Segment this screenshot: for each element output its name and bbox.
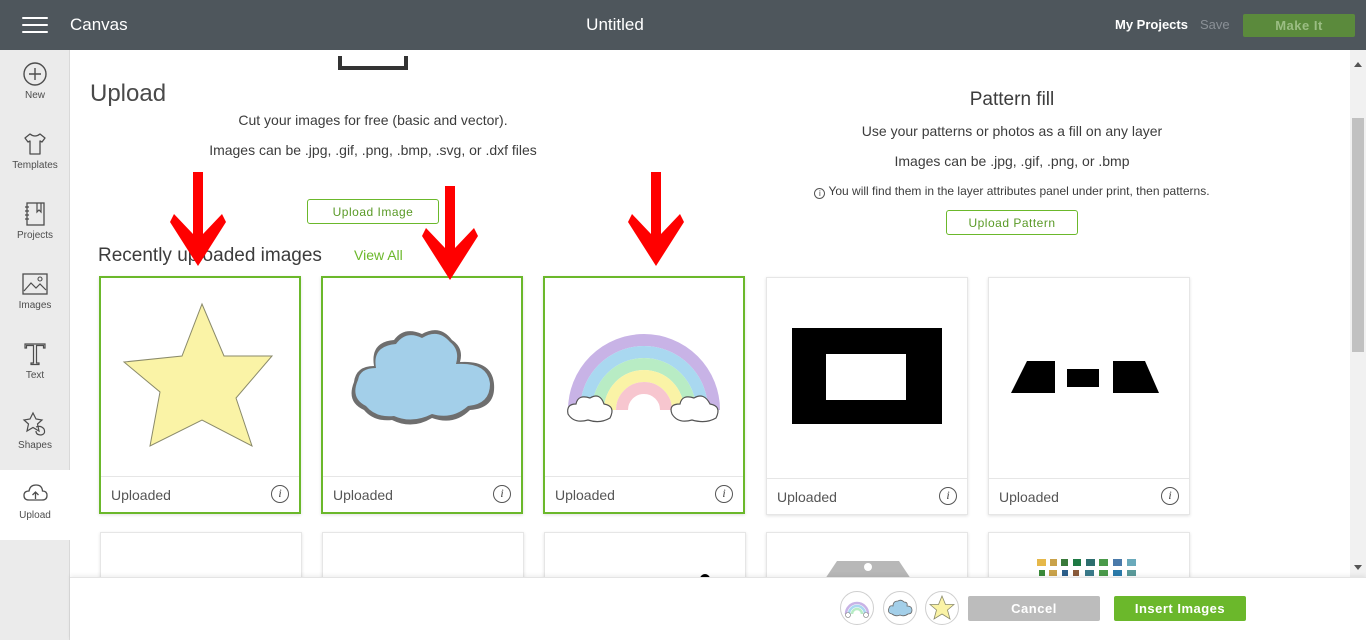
upload-description: Cut your images for free (basic and vect…: [238, 112, 508, 128]
image-card-cloud[interactable]: Uploaded i: [321, 276, 523, 514]
insert-images-button[interactable]: Insert Images: [1114, 596, 1246, 621]
image-icon: [22, 273, 48, 295]
sidebar-item-new[interactable]: New: [0, 50, 70, 120]
image-fragment: [826, 561, 910, 577]
shapes-icon: [22, 411, 46, 436]
image-card-black-frame[interactable]: Uploaded i: [766, 277, 968, 515]
card-footer: Uploaded i: [989, 478, 1189, 514]
star-image: [122, 302, 274, 448]
scroll-down-icon[interactable]: [1354, 565, 1362, 570]
star-image: [929, 595, 955, 620]
rainbow-image: [844, 601, 870, 618]
card-caption: Uploaded: [777, 489, 837, 505]
scrollbar-thumb[interactable]: [1352, 118, 1364, 352]
card-footer: Uploaded i: [101, 476, 299, 512]
sidebar-item-shapes[interactable]: Shapes: [0, 400, 70, 470]
left-sidebar: New Templates Projects Images Text Shape…: [0, 50, 70, 640]
view-all-link[interactable]: View All: [354, 247, 403, 263]
card-caption: Uploaded: [333, 487, 393, 503]
sidebar-item-projects[interactable]: Projects: [0, 190, 70, 260]
text-t-icon: [24, 343, 46, 366]
cloud-image: [351, 330, 495, 425]
info-icon[interactable]: i: [493, 485, 511, 503]
image-card[interactable]: [544, 532, 746, 577]
rainbow-image: [567, 334, 720, 423]
card-footer: Uploaded i: [545, 476, 743, 512]
image-card[interactable]: [766, 532, 968, 577]
image-fragment: [1037, 559, 1136, 576]
pattern-fill-title: Pattern fill: [969, 89, 1055, 110]
card-footer: Uploaded i: [323, 476, 521, 512]
red-arrow-annotation: [170, 172, 226, 266]
card-caption: Uploaded: [555, 487, 615, 503]
card-caption: Uploaded: [999, 489, 1059, 505]
my-projects-link[interactable]: My Projects: [1115, 17, 1188, 32]
cancel-button[interactable]: Cancel: [968, 596, 1100, 621]
vertical-scrollbar[interactable]: [1350, 50, 1366, 577]
info-icon[interactable]: i: [715, 485, 733, 503]
upload-file-types: Images can be .jpg, .gif, .png, .bmp, .s…: [209, 142, 537, 158]
sidebar-item-label: Templates: [12, 160, 58, 171]
upload-title: Upload: [90, 80, 167, 107]
upload-panel: Upload Cut your images for free (basic a…: [70, 50, 1350, 577]
image-card[interactable]: [988, 532, 1190, 577]
upload-pattern-button[interactable]: Upload Pattern: [946, 210, 1078, 235]
partial-image-preview: [338, 56, 408, 70]
notebook-icon: [25, 202, 45, 226]
sidebar-item-text[interactable]: Text: [0, 330, 70, 400]
pattern-description: Use your patterns or photos as a fill on…: [861, 123, 1163, 139]
info-icon[interactable]: i: [1161, 487, 1179, 505]
plus-circle-icon: [23, 62, 47, 86]
sidebar-item-images[interactable]: Images: [0, 260, 70, 330]
image-thumbnail: [767, 278, 967, 478]
sidebar-item-label: Images: [18, 300, 52, 311]
selected-thumb-rainbow[interactable]: [840, 591, 874, 625]
card-caption: Uploaded: [111, 487, 171, 503]
cloud-image: [888, 599, 913, 617]
pattern-file-types: Images can be .jpg, .gif, .png, or .bmp: [894, 153, 1130, 169]
scroll-up-icon[interactable]: [1354, 62, 1362, 67]
upload-image-button[interactable]: Upload Image: [307, 199, 439, 224]
make-it-button[interactable]: Make It: [1243, 14, 1355, 37]
sidebar-item-label: Projects: [16, 230, 54, 241]
image-card-star[interactable]: Uploaded i: [99, 276, 301, 514]
black-frame-image: [792, 328, 942, 424]
tshirt-icon: [24, 133, 46, 155]
cloud-upload-icon: [23, 484, 48, 501]
document-title[interactable]: Untitled: [0, 15, 1230, 35]
selected-thumb-star[interactable]: [925, 591, 959, 625]
sidebar-item-templates[interactable]: Templates: [0, 120, 70, 190]
red-arrow-annotation: [628, 172, 684, 266]
image-thumbnail: [323, 278, 521, 478]
image-card[interactable]: [100, 532, 302, 577]
save-button[interactable]: Save: [1200, 17, 1230, 32]
sidebar-item-label: Text: [25, 370, 45, 381]
card-footer: Uploaded i: [767, 478, 967, 514]
selected-thumb-cloud[interactable]: [883, 591, 917, 625]
pattern-note: i You will find them in the layer attribu…: [770, 184, 1254, 199]
image-card-black-trapezoids[interactable]: Uploaded i: [988, 277, 1190, 515]
sidebar-item-label: Shapes: [18, 440, 52, 451]
black-trapezoids-image: [1011, 361, 1159, 393]
image-card[interactable]: [322, 532, 524, 577]
info-icon[interactable]: i: [271, 485, 289, 503]
sidebar-item-label: Upload: [19, 510, 51, 521]
sidebar-item-upload[interactable]: Upload: [0, 470, 70, 540]
red-arrow-annotation: [422, 186, 478, 280]
bottom-action-bar: Cancel Insert Images: [70, 577, 1366, 640]
info-icon: i: [814, 188, 826, 199]
image-thumbnail: [545, 278, 743, 478]
image-thumbnail: [989, 278, 1189, 478]
pattern-note-text: You will find them in the layer attribut…: [828, 184, 1210, 198]
info-icon[interactable]: i: [939, 487, 957, 505]
sidebar-item-label: New: [24, 90, 45, 101]
top-bar: Canvas Untitled My Projects Save Make It: [0, 0, 1366, 50]
image-thumbnail: [101, 278, 299, 478]
image-card-rainbow[interactable]: Uploaded i: [543, 276, 745, 514]
